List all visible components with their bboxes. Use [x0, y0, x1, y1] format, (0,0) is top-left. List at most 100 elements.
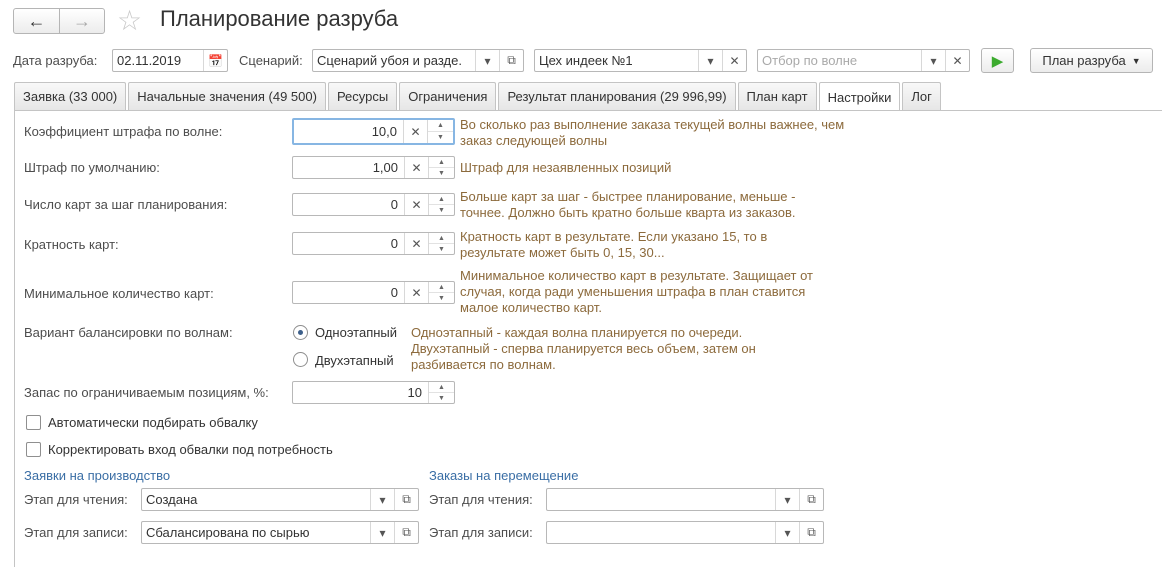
default-penalty-value: 1,00	[372, 160, 398, 175]
spinner[interactable]: ▲ ▼	[428, 157, 454, 178]
correct-coating-label[interactable]: Корректировать вход обвалки под потребно…	[48, 442, 333, 457]
min-cards-value: 0	[390, 285, 398, 300]
tab-constraints[interactable]: Ограничения	[399, 82, 497, 110]
reserve-value: 10	[407, 385, 422, 400]
transfer-read-field[interactable]: ▾ ⧉	[546, 488, 824, 511]
wave-filter-field[interactable]: Отбор по волне ▾ ✕	[757, 49, 970, 72]
chevron-down-icon[interactable]: ▾	[370, 522, 394, 543]
production-read-label: Этап для чтения:	[24, 492, 128, 507]
date-field[interactable]: 02.11.2019 📅	[112, 49, 228, 72]
penalty-coef-input[interactable]: 10,0 ✕ ▲ ▼	[292, 118, 455, 145]
balancing-label: Вариант балансировки по волнам:	[24, 325, 233, 340]
radio-single-stage[interactable]	[293, 325, 308, 340]
spin-up-icon[interactable]: ▲	[429, 233, 454, 244]
default-penalty-input[interactable]: 1,00 ✕ ▲ ▼	[292, 156, 455, 179]
page-title: Планирование разруба	[160, 6, 399, 31]
forward-button[interactable]: →	[59, 8, 105, 34]
transfer-orders-title: Заказы на перемещение	[429, 468, 579, 483]
chevron-down-icon[interactable]: ▾	[775, 522, 799, 543]
favorite-star-icon[interactable]: ☆	[117, 4, 142, 37]
chevron-down-icon[interactable]: ▾	[475, 50, 499, 71]
production-read-value: Создана	[146, 492, 198, 507]
open-icon[interactable]: ⧉	[394, 489, 418, 510]
production-write-field[interactable]: Сбалансирована по сырью ▾ ⧉	[141, 521, 419, 544]
arrow-right-icon: →	[73, 10, 91, 31]
spin-down-icon[interactable]: ▼	[429, 168, 454, 178]
clear-icon[interactable]: ✕	[722, 50, 746, 71]
spinner[interactable]: ▲ ▼	[428, 194, 454, 215]
auto-coating-checkbox[interactable]	[26, 415, 41, 430]
spinner[interactable]: ▲ ▼	[427, 120, 453, 143]
correct-coating-checkbox[interactable]	[26, 442, 41, 457]
transfer-write-field[interactable]: ▾ ⧉	[546, 521, 824, 544]
transfer-write-label: Этап для записи:	[429, 525, 533, 540]
cards-per-step-value: 0	[390, 197, 398, 212]
default-penalty-label: Штраф по умолчанию:	[24, 160, 160, 175]
tab-card-plan[interactable]: План карт	[737, 82, 817, 110]
chevron-down-icon[interactable]: ▾	[775, 489, 799, 510]
wave-filter-placeholder: Отбор по волне	[762, 53, 858, 68]
tab-log[interactable]: Лог	[902, 82, 941, 110]
default-penalty-hint: Штраф для незаявленных позиций	[460, 160, 672, 175]
tab-resources[interactable]: Ресурсы	[327, 82, 398, 110]
auto-coating-label[interactable]: Автоматически подбирать обвалку	[48, 415, 258, 430]
penalty-coef-hint: Во сколько раз выполнение заказа текущей…	[460, 117, 845, 148]
run-button[interactable]: ▶	[981, 48, 1014, 73]
production-write-value: Сбалансирована по сырью	[146, 525, 310, 540]
reserve-label: Запас по ограничиваемым позициям, %:	[24, 385, 269, 400]
open-icon[interactable]: ⧉	[499, 50, 523, 71]
date-label: Дата разруба:	[13, 53, 98, 68]
clear-icon[interactable]: ✕	[404, 157, 428, 178]
clear-icon[interactable]: ✕	[403, 120, 427, 143]
card-multiplicity-input[interactable]: 0 ✕ ▲ ▼	[292, 232, 455, 255]
workshop-field[interactable]: Цех индеек №1 ▾ ✕	[534, 49, 747, 72]
arrow-left-icon: ←	[27, 10, 46, 31]
tab-initial-values[interactable]: Начальные значения (49 500)	[128, 82, 326, 110]
chevron-down-icon[interactable]: ▾	[370, 489, 394, 510]
balancing-hint: Одноэтапный - каждая волна планируется п…	[411, 325, 756, 372]
clear-icon[interactable]: ✕	[945, 50, 969, 71]
spin-up-icon[interactable]: ▲	[428, 120, 453, 132]
scenario-field[interactable]: Сценарий убоя и разде. ▾ ⧉	[312, 49, 524, 72]
spin-up-icon[interactable]: ▲	[429, 157, 454, 168]
spin-down-icon[interactable]: ▼	[429, 393, 454, 403]
plan-button[interactable]: План разруба ▼	[1030, 48, 1153, 73]
clear-icon[interactable]: ✕	[404, 194, 428, 215]
tab-orders[interactable]: Заявка (33 000)	[14, 82, 127, 110]
spin-up-icon[interactable]: ▲	[429, 382, 454, 393]
spin-up-icon[interactable]: ▲	[429, 194, 454, 205]
workshop-value: Цех индеек №1	[539, 53, 633, 68]
calendar-icon[interactable]: 📅	[203, 50, 227, 71]
spin-down-icon[interactable]: ▼	[429, 244, 454, 254]
min-cards-input[interactable]: 0 ✕ ▲ ▼	[292, 281, 455, 304]
open-icon[interactable]: ⧉	[394, 522, 418, 543]
open-icon[interactable]: ⧉	[799, 522, 823, 543]
spin-down-icon[interactable]: ▼	[429, 293, 454, 303]
card-multiplicity-hint: Кратность карт в результате. Если указан…	[460, 229, 768, 260]
tab-settings[interactable]: Настройки	[818, 82, 901, 111]
spin-down-icon[interactable]: ▼	[429, 205, 454, 215]
card-multiplicity-label: Кратность карт:	[24, 237, 119, 252]
spinner[interactable]: ▲ ▼	[428, 382, 454, 403]
two-stage-label[interactable]: Двухэтапный	[315, 353, 394, 368]
spin-down-icon[interactable]: ▼	[428, 132, 453, 143]
single-stage-label[interactable]: Одноэтапный	[315, 325, 397, 340]
tab-bar: Заявка (33 000) Начальные значения (49 5…	[14, 82, 943, 111]
reserve-input[interactable]: 10 ▲ ▼	[292, 381, 455, 404]
spinner[interactable]: ▲ ▼	[428, 282, 454, 303]
chevron-down-icon[interactable]: ▾	[921, 50, 945, 71]
date-value: 02.11.2019	[117, 53, 182, 68]
clear-icon[interactable]: ✕	[404, 233, 428, 254]
cards-per-step-input[interactable]: 0 ✕ ▲ ▼	[292, 193, 455, 216]
spin-up-icon[interactable]: ▲	[429, 282, 454, 293]
radio-two-stage[interactable]	[293, 352, 308, 367]
scenario-value: Сценарий убоя и разде.	[317, 53, 462, 68]
chevron-down-icon[interactable]: ▾	[698, 50, 722, 71]
clear-icon[interactable]: ✕	[404, 282, 428, 303]
tab-planning-result[interactable]: Результат планирования (29 996,99)	[498, 82, 736, 110]
open-icon[interactable]: ⧉	[799, 489, 823, 510]
production-read-field[interactable]: Создана ▾ ⧉	[141, 488, 419, 511]
spinner[interactable]: ▲ ▼	[428, 233, 454, 254]
back-button[interactable]: ←	[13, 8, 60, 34]
chevron-down-icon: ▼	[1131, 55, 1141, 66]
